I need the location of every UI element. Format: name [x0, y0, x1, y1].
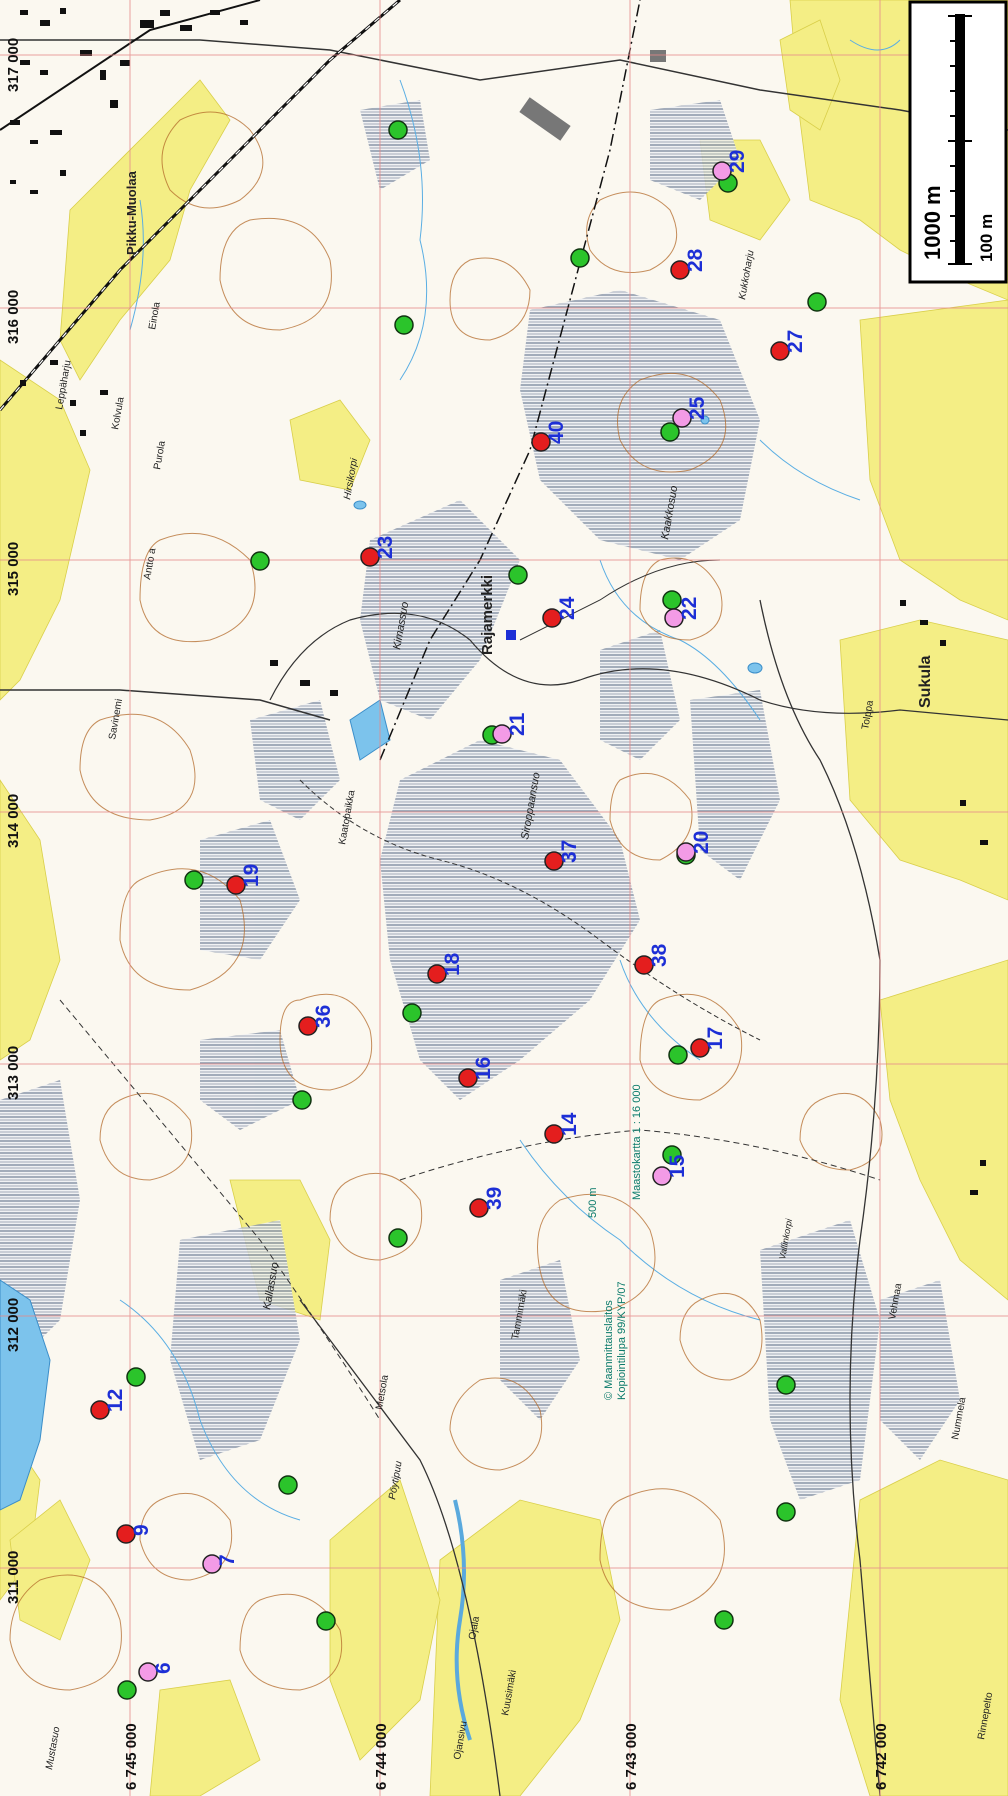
- site-label-18: 18: [441, 952, 464, 976]
- grid-label-x: 313 000: [5, 1046, 22, 1100]
- green-point: [278, 1475, 298, 1495]
- green-point: [570, 248, 590, 268]
- site-label-23: 23: [374, 536, 397, 559]
- grid-label-x: 311 000: [5, 1551, 22, 1604]
- site-label-19: 19: [240, 864, 263, 887]
- grid-label-x: 314 000: [5, 794, 22, 848]
- site-label-24: 24: [556, 596, 579, 620]
- green-point: [776, 1375, 796, 1395]
- site-label-25: 25: [686, 396, 709, 420]
- grid-label-x: 317 000: [5, 38, 22, 92]
- credit-line: Kopiointilupa 99/KYP/07: [616, 1281, 628, 1400]
- grid-label-y: 6 744 000: [373, 1723, 390, 1790]
- green-point: [394, 315, 414, 335]
- site-label-20: 20: [690, 831, 713, 854]
- site-label-28: 28: [684, 248, 707, 272]
- grid-label-x: 312 000: [5, 1298, 22, 1352]
- site-label-22: 22: [678, 597, 701, 620]
- site-label-27: 27: [784, 330, 807, 353]
- site-label-15: 15: [666, 1154, 689, 1178]
- site-label-37: 37: [558, 840, 581, 863]
- site-label-40: 40: [545, 421, 568, 444]
- place-name: Rajamerkki: [479, 575, 496, 655]
- green-point: [807, 292, 827, 312]
- green-point: [316, 1611, 336, 1631]
- green-point: [250, 551, 270, 571]
- green-point: [714, 1610, 734, 1630]
- site-label-39: 39: [483, 1187, 506, 1210]
- grid-label-x: 316 000: [5, 290, 22, 344]
- green-point: [184, 870, 204, 890]
- site-label-6: 6: [152, 1662, 175, 1674]
- rajamerkki-point: [506, 630, 516, 640]
- green-point: [126, 1367, 146, 1387]
- scalebar-label-minor: 100 m: [977, 214, 996, 262]
- site-label-14: 14: [558, 1112, 581, 1136]
- place-name: Pikku-Muolaa: [124, 170, 139, 255]
- site-label-7: 7: [216, 1554, 239, 1566]
- credit-line: Maastokartta 1 : 16 000: [631, 1084, 643, 1200]
- green-point: [388, 1228, 408, 1248]
- green-point: [117, 1680, 137, 1700]
- site-label-36: 36: [312, 1005, 335, 1028]
- topographic-map[interactable]: 317 000 316 000 315 000 314 000 313 000 …: [0, 0, 1008, 1796]
- green-point: [402, 1003, 422, 1023]
- green-point: [668, 1045, 688, 1065]
- site-label-38: 38: [648, 943, 671, 967]
- green-point: [508, 565, 528, 585]
- site-label-21: 21: [506, 712, 529, 736]
- credit-line: © Maanmittauslaitos: [603, 1300, 615, 1400]
- map-canvas: 317 000 316 000 315 000 314 000 313 000 …: [0, 0, 1008, 1796]
- site-label-17: 17: [704, 1027, 727, 1050]
- site-label-9: 9: [130, 1524, 153, 1536]
- green-point: [388, 120, 408, 140]
- scalebar-label-main: 1000 m: [920, 185, 945, 260]
- site-label-16: 16: [472, 1057, 495, 1080]
- site-label-12: 12: [104, 1389, 127, 1412]
- green-point: [292, 1090, 312, 1110]
- grid-label-y: 6 743 000: [623, 1723, 640, 1790]
- place-name: Sukula: [917, 655, 934, 708]
- scalebar: 1000 m 100 m: [908, 0, 1008, 284]
- green-point: [776, 1502, 796, 1522]
- grid-label-y: 6 745 000: [123, 1723, 140, 1790]
- credit-line: 500 m: [587, 1187, 599, 1218]
- grid-label-y: 6 742 000: [873, 1723, 890, 1790]
- site-label-29: 29: [726, 150, 749, 173]
- grid-label-x: 315 000: [5, 542, 22, 596]
